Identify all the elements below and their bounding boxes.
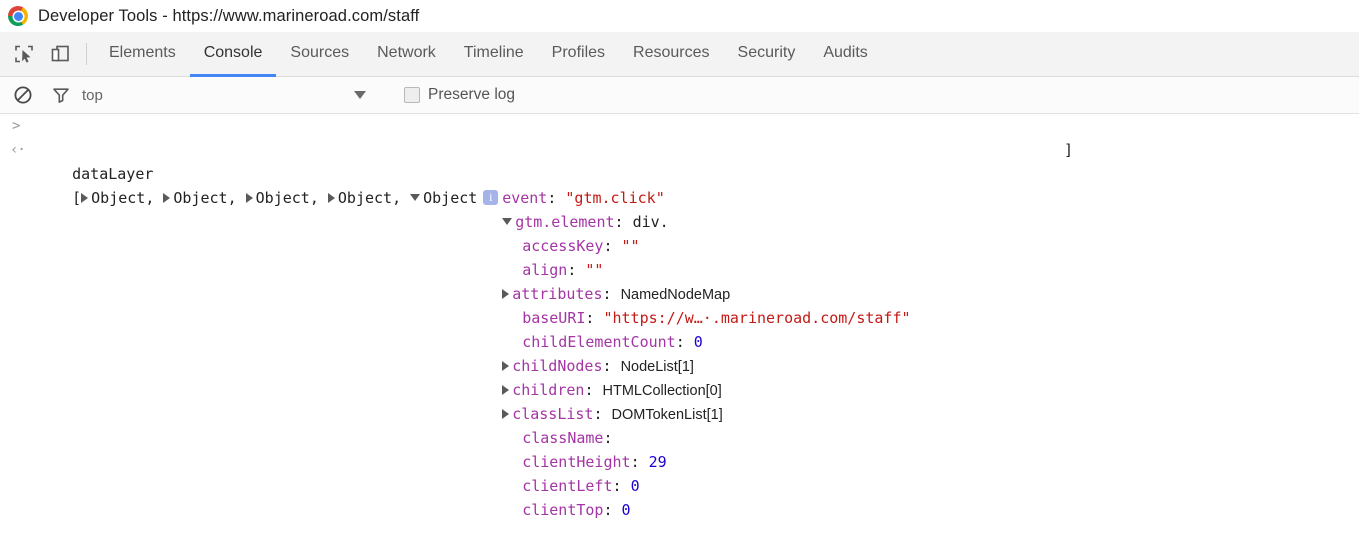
console-output[interactable]: > dataLayer ‹· [Object, Object, Object, …: [0, 114, 1359, 519]
property-row[interactable]: className:: [0, 402, 1359, 447]
property-row[interactable]: align: "": [0, 234, 1359, 279]
devtools-tool-icons: [6, 32, 84, 76]
property-row[interactable]: event: "gtm.click": [0, 162, 1359, 207]
tab-security[interactable]: Security: [724, 32, 810, 77]
devtools-tab-strip: Elements Console Sources Network Timelin…: [0, 32, 1359, 77]
tab-elements[interactable]: Elements: [95, 32, 190, 77]
console-result-line[interactable]: ‹· [Object, Object, Object, Object, Obje…: [0, 138, 1359, 207]
filter-funnel-icon[interactable]: [48, 82, 74, 108]
chevron-down-icon: [354, 91, 366, 99]
property-row[interactable]: childNodes: NodeList[1]: [0, 330, 1359, 375]
tab-profiles[interactable]: Profiles: [538, 32, 619, 77]
tab-resources[interactable]: Resources: [619, 32, 723, 77]
property-row[interactable]: clientHeight: 29: [0, 426, 1359, 471]
property-row[interactable]: classList: DOMTokenList[1]: [0, 378, 1359, 423]
clear-console-icon[interactable]: [10, 82, 36, 108]
devtools-tabs: Elements Console Sources Network Timelin…: [95, 32, 882, 77]
property-row[interactable]: gtm.element: div.: [0, 186, 1359, 231]
preserve-log-label: Preserve log: [428, 86, 516, 103]
tab-sources[interactable]: Sources: [276, 32, 363, 77]
property-value: 0: [621, 501, 631, 519]
device-toolbar-icon[interactable]: [46, 40, 74, 68]
tab-network[interactable]: Network: [363, 32, 450, 77]
preserve-log-toggle[interactable]: Preserve log: [404, 86, 515, 104]
result-glyph: ‹·: [10, 142, 26, 158]
property-separator: :: [603, 501, 622, 519]
property-row[interactable]: children: HTMLCollection[0]: [0, 354, 1359, 399]
console-filter-bar: top Preserve log: [0, 77, 1359, 114]
window-title: Developer Tools - https://www.marineroad…: [38, 6, 420, 25]
toolbar-divider: [86, 43, 87, 65]
property-row[interactable]: childElementCount: 0: [0, 306, 1359, 351]
property-row[interactable]: clientLeft: 0: [0, 450, 1359, 495]
tab-timeline[interactable]: Timeline: [450, 32, 538, 77]
inspect-element-icon[interactable]: [10, 40, 38, 68]
property-key: clientTop: [522, 501, 604, 519]
prompt-glyph: >: [12, 118, 21, 134]
property-row[interactable]: attributes: NamedNodeMap: [0, 258, 1359, 303]
tab-console[interactable]: Console: [189, 32, 277, 77]
property-row[interactable]: accessKey: "": [0, 210, 1359, 255]
execution-context-value: top: [82, 86, 103, 104]
tab-audits[interactable]: Audits: [809, 32, 881, 77]
property-row[interactable]: baseURI: "https://w…·.marineroad.com/sta…: [0, 282, 1359, 327]
window-title-bar: Developer Tools - https://www.marineroad…: [0, 0, 1359, 32]
execution-context-selector[interactable]: top: [82, 87, 382, 104]
array-close-bracket: ]: [1064, 141, 1074, 159]
console-input-line[interactable]: > dataLayer: [0, 114, 1359, 183]
object-property-list: event: "gtm.click" gtm.element: div. acc…: [0, 162, 1359, 519]
preserve-log-checkbox[interactable]: [404, 87, 420, 103]
chrome-logo-icon: [8, 6, 28, 26]
property-row[interactable]: clientTop: 0: [0, 474, 1359, 519]
